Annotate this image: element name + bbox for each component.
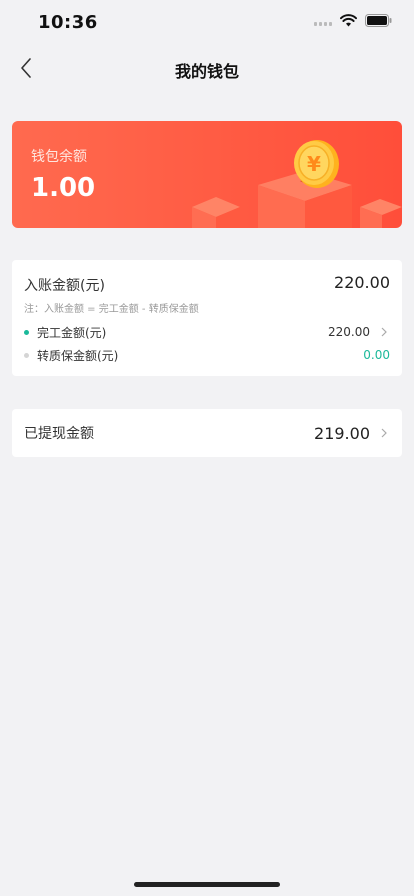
completed-amount-label: 完工金额(元) [37,325,107,340]
status-time: 10:36 [38,12,98,33]
completed-amount-row[interactable]: 完工金额(元) 220.00 [24,322,390,342]
chevron-right-icon [378,326,390,338]
wallet-balance-card: 钱包余额 1.00 ¥ [12,121,402,228]
home-indicator [134,882,280,887]
status-bar: 10:36 [0,0,414,46]
battery-icon [365,14,392,27]
chevron-right-icon [378,427,390,439]
coin-box-illustration: ¥ [192,140,402,228]
income-title: 入账金额(元) [24,278,105,294]
page-title: 我的钱包 [174,62,239,81]
income-amount: 220.00 [334,273,390,292]
warranty-transfer-value: 0.00 [363,348,390,362]
grey-dot-icon [24,352,29,358]
balance-value: 1.00 [31,173,96,203]
withdrawn-value: 219.00 [314,423,370,443]
completed-amount-value: 220.00 [328,325,370,339]
withdrawn-amount-row[interactable]: 已提现金额 219.00 [12,409,402,457]
wifi-icon [340,14,357,27]
warranty-transfer-row: 转质保金额(元) 0.00 [24,345,390,365]
balance-label: 钱包余额 [31,149,87,165]
income-note: 注：入账金额 = 完工金额 - 转质保金额 [24,304,199,315]
coin-yen-symbol: ¥ [307,152,321,176]
income-summary-card: 入账金额(元) 220.00 注：入账金额 = 完工金额 - 转质保金额 完工金… [12,260,402,376]
status-icons [314,14,392,27]
cellular-signal-icon [314,16,332,26]
warranty-transfer-label: 转质保金额(元) [37,348,119,363]
green-dot-icon [24,329,29,335]
nav-bar: 我的钱包 [0,46,414,90]
withdrawn-label: 已提现金额 [24,426,94,442]
